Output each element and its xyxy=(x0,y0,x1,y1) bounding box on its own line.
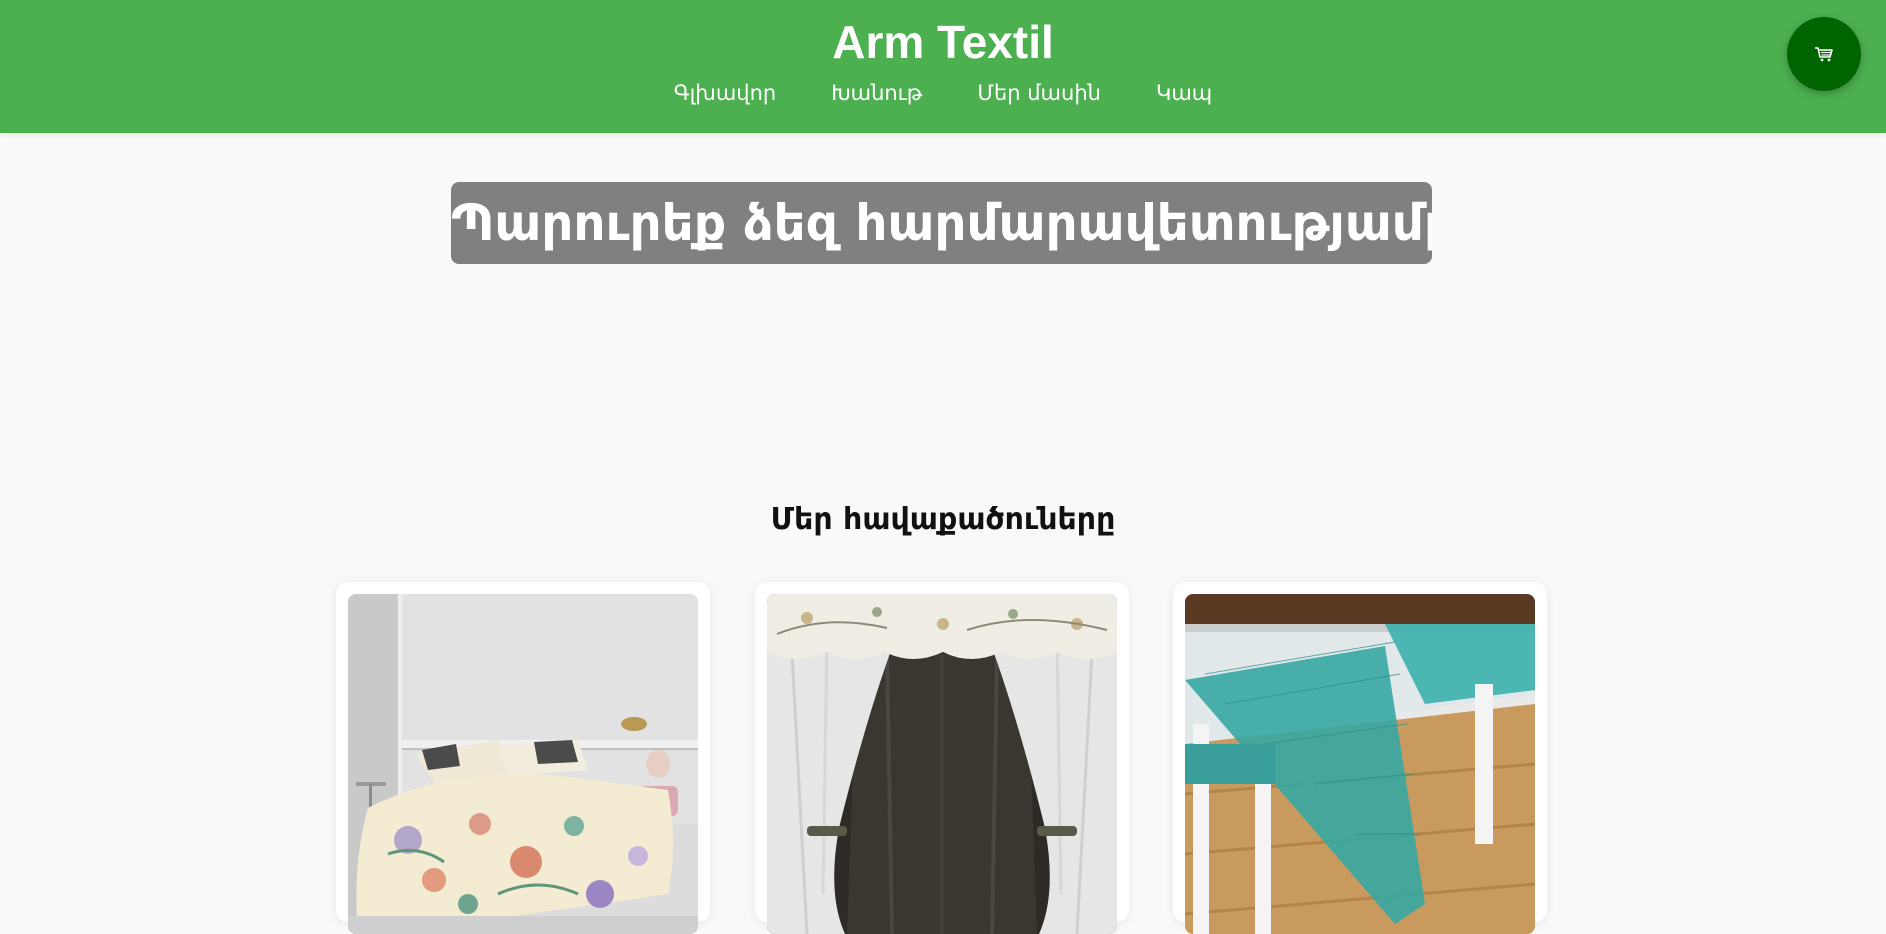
hero-title: Պարուրեք ձեզ հարմարավետությամբ xyxy=(451,182,1432,264)
site-header: Arm Textil Գլխավոր Խանութ Մեր մասին Կապ xyxy=(0,0,1886,133)
main-nav: Գլխավոր Խանութ Մեր մասին Կապ xyxy=(0,76,1886,110)
collection-card-tablecloth[interactable] xyxy=(1173,582,1547,934)
brand-title[interactable]: Arm Textil xyxy=(0,14,1886,70)
nav-link-contact[interactable]: Կապ xyxy=(1156,76,1212,110)
tablecloth-image xyxy=(1185,594,1535,934)
nav-link-about[interactable]: Մեր մասին xyxy=(977,76,1101,110)
nav-link-shop[interactable]: Խանութ xyxy=(831,76,922,110)
cart-icon xyxy=(1814,46,1834,62)
nav-link-home[interactable]: Գլխավոր xyxy=(674,76,777,110)
collections-title: Մեր հավաքածուները xyxy=(770,502,1116,537)
collection-card-curtains[interactable] xyxy=(755,582,1129,934)
cart-button[interactable] xyxy=(1787,17,1861,91)
collection-card-bedding[interactable] xyxy=(336,582,710,934)
floral-bedding-image xyxy=(348,594,698,934)
curtains-image xyxy=(767,594,1117,934)
